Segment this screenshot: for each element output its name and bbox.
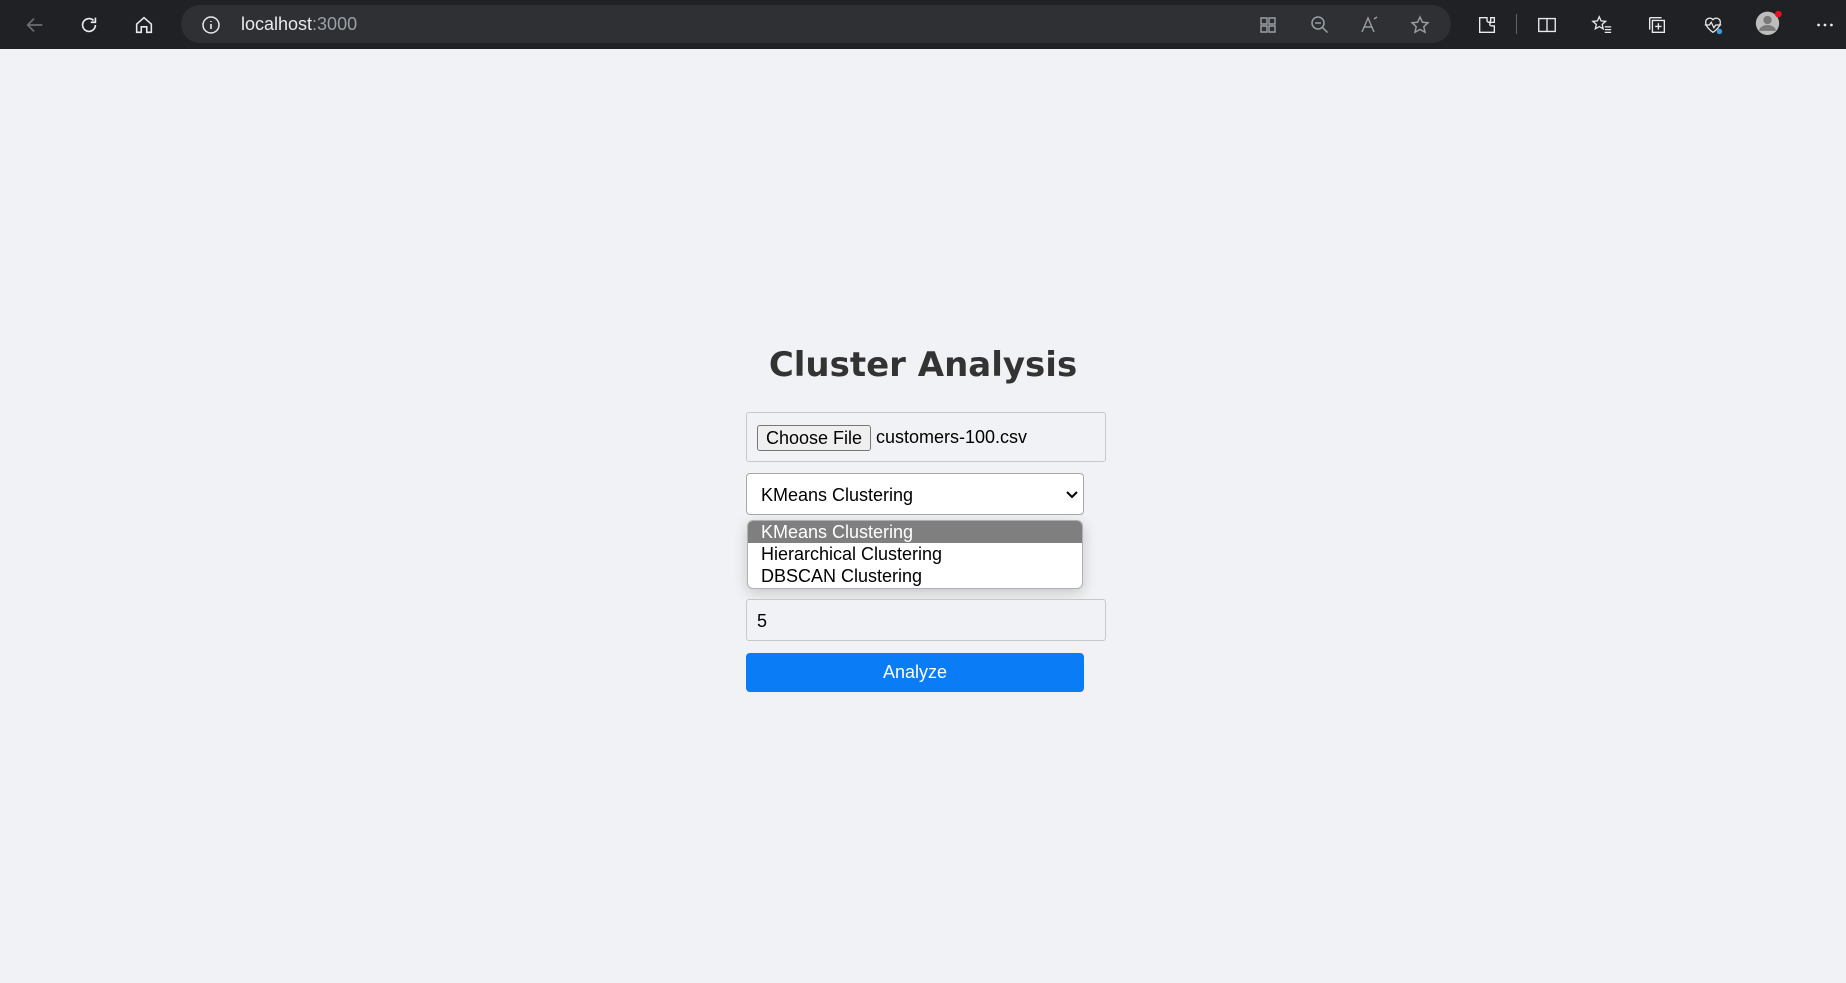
collections-icon[interactable] [1641, 9, 1673, 41]
url-port: :3000 [312, 14, 358, 34]
clusters-value: 5 [757, 611, 768, 631]
option-dbscan[interactable]: DBSCAN Clustering [748, 565, 1082, 587]
browser-toolbar: localhost:3000 [0, 0, 1846, 49]
toolbar-separator [1516, 14, 1517, 34]
split-screen-icon[interactable] [1531, 9, 1563, 41]
page-title: Cluster Analysis [768, 345, 1078, 385]
browser-essentials-icon[interactable] [1697, 9, 1729, 41]
refresh-icon[interactable] [73, 9, 105, 41]
option-hierarchical[interactable]: Hierarchical Clustering [748, 543, 1082, 565]
info-icon[interactable] [201, 15, 221, 35]
chevron-down-icon [1066, 491, 1078, 499]
address-bar[interactable]: localhost:3000 [181, 5, 1451, 43]
favorite-star-icon[interactable] [1410, 15, 1430, 35]
file-input[interactable]: Choose File customers-100.csv [746, 412, 1106, 462]
profile-avatar[interactable] [1752, 7, 1788, 43]
option-kmeans[interactable]: KMeans Clustering [748, 521, 1082, 543]
more-options-icon[interactable] [1809, 9, 1841, 41]
choose-file-button[interactable]: Choose File [757, 425, 872, 451]
algorithm-dropdown-list: KMeans Clustering Hierarchical Clusterin… [747, 520, 1083, 589]
url-host: localhost [241, 14, 313, 34]
app-icon[interactable] [1258, 15, 1278, 35]
selected-file-name: customers-100.csv [876, 427, 1028, 447]
url-text[interactable]: localhost:3000 [241, 14, 357, 35]
favorites-icon[interactable] [1586, 9, 1618, 41]
extensions-icon[interactable] [1471, 9, 1503, 41]
back-icon[interactable] [19, 9, 51, 41]
clusters-input[interactable]: 5 [746, 599, 1106, 641]
algorithm-select[interactable]: KMeans Clustering [746, 473, 1084, 515]
analyze-button[interactable]: Analyze [746, 653, 1084, 692]
home-icon[interactable] [128, 9, 160, 41]
zoom-out-icon[interactable] [1310, 15, 1330, 35]
algorithm-selected-value: KMeans Clustering [761, 485, 914, 505]
read-aloud-icon[interactable] [1360, 15, 1380, 35]
